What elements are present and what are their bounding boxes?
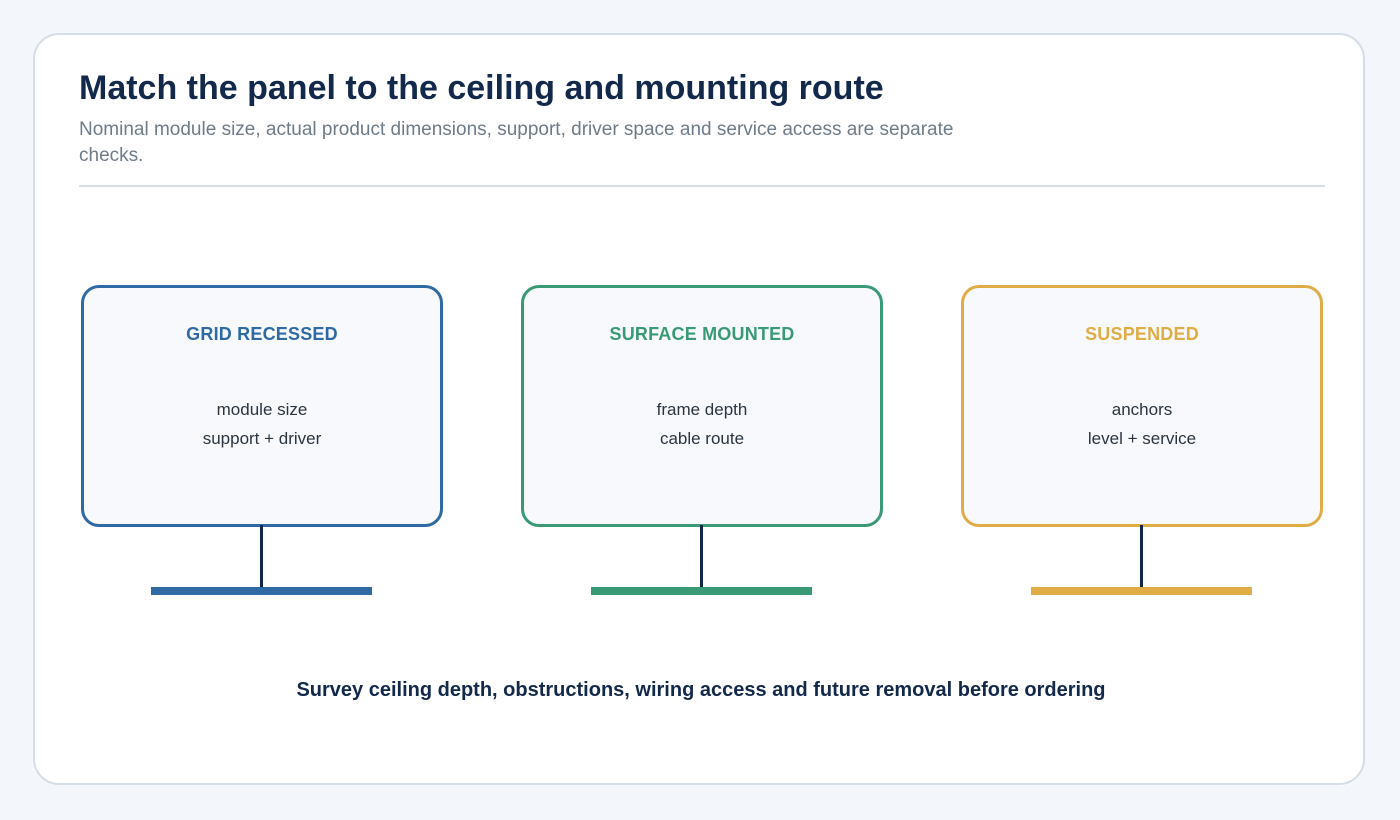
- footer-note: Survey ceiling depth, obstructions, wiri…: [296, 679, 1106, 701]
- mount-stem: [700, 525, 703, 591]
- page-subtitle: Nominal module size, actual product dime…: [79, 119, 954, 166]
- panel-note: cable route: [659, 429, 745, 448]
- mount-option-grid-recessed: GRID RECESSED module size support + driv…: [81, 285, 443, 597]
- header-divider: [79, 185, 1325, 187]
- panel-note: anchors: [1111, 400, 1173, 419]
- mount-base: [591, 587, 812, 595]
- mount-base: [1031, 587, 1252, 595]
- mount-option-surface-mounted: SURFACE MOUNTED frame depth cable route: [521, 285, 883, 597]
- panel-box: SUSPENDED anchors level + service: [961, 285, 1323, 527]
- mount-option-suspended: SUSPENDED anchors level + service: [961, 285, 1323, 597]
- mount-stem: [260, 525, 263, 591]
- panel-note: frame depth: [656, 400, 748, 419]
- panel-note: level + service: [1087, 429, 1197, 448]
- mount-stem: [1140, 525, 1143, 591]
- mount-base: [151, 587, 372, 595]
- panel-note: support + driver: [202, 429, 322, 448]
- panel-note: module size: [216, 400, 308, 419]
- panel-box: GRID RECESSED module size support + driv…: [81, 285, 443, 527]
- page-title: Match the panel to the ceiling and mount…: [79, 69, 884, 107]
- panel-box: SURFACE MOUNTED frame depth cable route: [521, 285, 883, 527]
- panel-notes: frame depth cable route: [524, 395, 880, 453]
- panel-notes: module size support + driver: [84, 395, 440, 453]
- panel-notes: anchors level + service: [964, 395, 1320, 453]
- panel-title: SURFACE MOUNTED: [609, 324, 795, 344]
- panel-title: SUSPENDED: [1085, 324, 1199, 344]
- panel-title: GRID RECESSED: [186, 324, 338, 344]
- diagram-card: Match the panel to the ceiling and mount…: [33, 33, 1365, 785]
